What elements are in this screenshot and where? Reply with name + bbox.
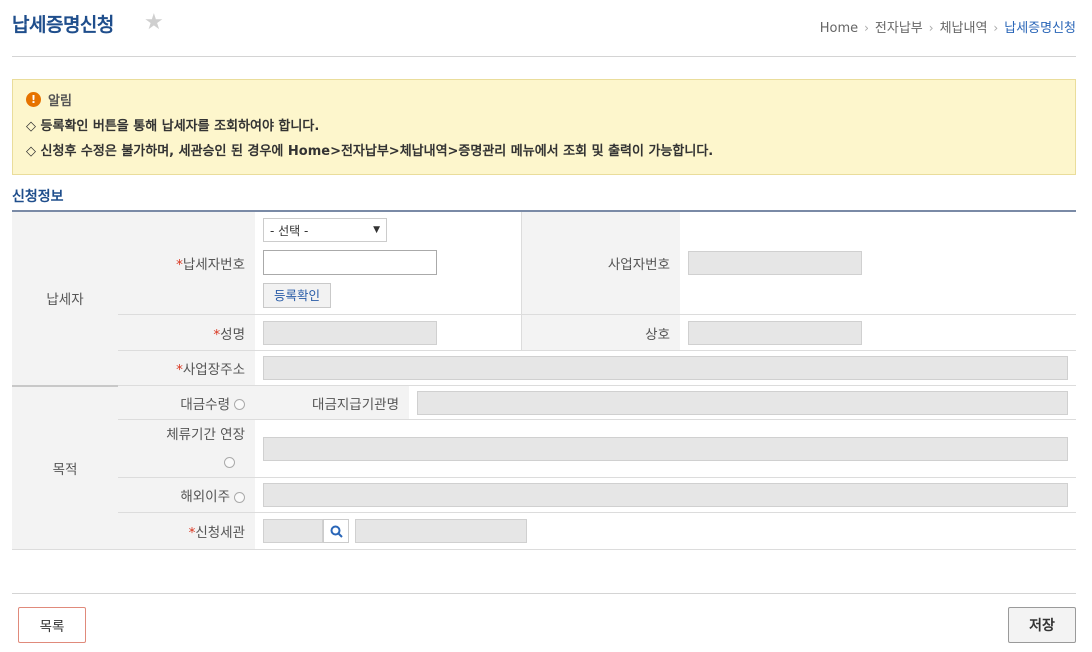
purpose-payment-label: 대금수령	[118, 385, 255, 420]
group-taxpayer: 납세자	[12, 210, 118, 387]
taxpayer-no-label: *납세자번호	[118, 210, 255, 315]
dropdown-arrow-icon: ▼	[373, 225, 380, 235]
purpose-stay-radio[interactable]	[224, 457, 235, 468]
warning-icon: !	[26, 92, 41, 107]
company-field[interactable]	[688, 320, 862, 345]
purpose-stay-field[interactable]	[263, 436, 1068, 461]
taxpayer-no-input[interactable]	[263, 250, 437, 275]
chevron-right-icon: ›	[864, 21, 869, 35]
customs-name-field[interactable]	[355, 519, 527, 543]
chevron-right-icon: ›	[993, 21, 999, 35]
payment-agency-field[interactable]	[417, 390, 1068, 415]
breadcrumb: Home › 전자납부 › 체납내역 › 납세증명신청	[820, 17, 1076, 36]
page-title: 납세증명신청	[12, 14, 114, 36]
notice-box: ! 알림 ◇ 등록확인 버튼을 통해 납세자를 조회하여야 합니다. ◇ 신청후 …	[12, 79, 1076, 175]
breadcrumb-current: 납세증명신청	[1004, 21, 1076, 36]
purpose-emigration-label: 해외이주	[118, 477, 255, 513]
save-button[interactable]: 저장	[1008, 607, 1076, 643]
name-field[interactable]	[263, 320, 437, 345]
business-no-label: 사업자번호	[520, 210, 680, 315]
chevron-right-icon: ›	[928, 21, 934, 35]
customs-code-field[interactable]	[263, 519, 323, 543]
favorite-star-icon[interactable]: ★	[144, 10, 164, 36]
footer-divider	[12, 593, 1076, 594]
notice-line-1: ◇ 등록확인 버튼을 통해 납세자를 조회하여야 합니다.	[26, 119, 320, 134]
search-icon[interactable]	[323, 519, 349, 543]
taxpayer-type-select[interactable]: - 선택 - ▼	[263, 218, 387, 242]
purpose-emigration-radio[interactable]	[234, 491, 245, 503]
breadcrumb-arrears[interactable]: 체납내역	[940, 21, 988, 36]
company-label: 상호	[520, 314, 680, 351]
list-button[interactable]: 목록	[18, 607, 86, 643]
breadcrumb-epay[interactable]: 전자납부	[875, 21, 923, 36]
notice-head: 알림	[48, 94, 72, 109]
purpose-stay-label: 체류기간 연장	[118, 419, 255, 478]
payment-agency-label: 대금지급기관명	[255, 386, 409, 419]
purpose-emigration-field[interactable]	[263, 483, 1068, 507]
notice-line-2: ◇ 신청후 수정은 불가하며, 세관승인 된 경우에 Home>전자납부>체납내…	[26, 144, 714, 159]
purpose-payment-radio[interactable]	[234, 399, 245, 410]
customs-office-label: *신청세관	[118, 512, 255, 550]
register-check-button[interactable]: 등록확인	[263, 283, 332, 308]
breadcrumb-home[interactable]: Home	[820, 21, 858, 36]
name-label: *성명	[118, 314, 255, 351]
business-no-field[interactable]	[688, 251, 862, 275]
address-label: *사업장주소	[118, 350, 255, 386]
application-form: 납세자 *납세자번호 - 선택 - ▼ 등록확인 사업자번호 *성명 상호 *사업…	[12, 210, 1076, 550]
group-purpose: 목적	[12, 385, 118, 550]
header-divider	[12, 56, 1076, 57]
address-field[interactable]	[263, 356, 1068, 380]
section-title: 신청정보	[12, 189, 64, 205]
